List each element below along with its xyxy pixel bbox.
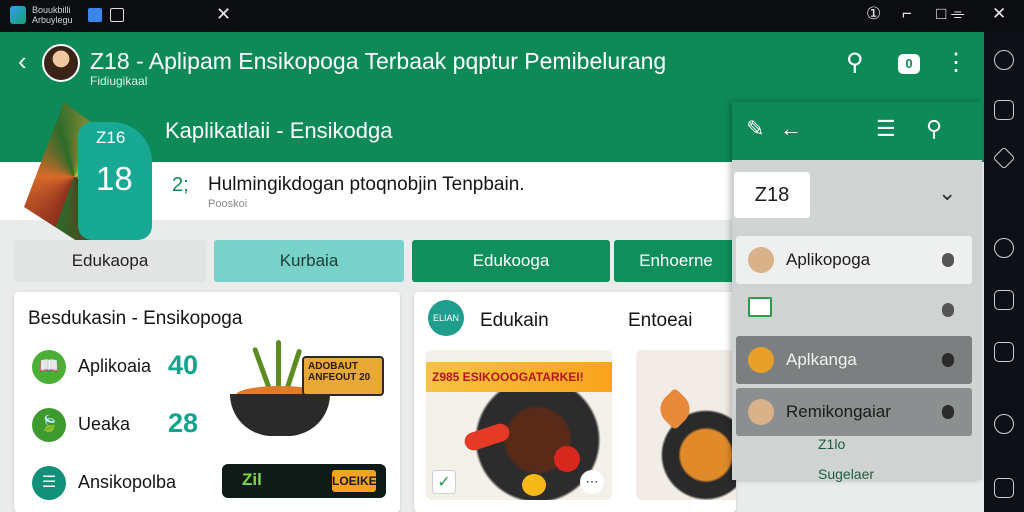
- info-number: 2;: [172, 174, 189, 196]
- close-window-button[interactable]: ✕: [992, 4, 1006, 24]
- rotate-icon[interactable]: [994, 414, 1014, 434]
- app-logo-text: Bouukbilli Arbuylegu: [32, 5, 73, 25]
- location-icon[interactable]: [994, 238, 1014, 258]
- promo-strip-right: LOEIKE: [332, 470, 377, 492]
- drawer-item[interactable]: Aplkanga: [736, 336, 972, 384]
- list-item-value: 40: [168, 350, 199, 380]
- promo-strip-left: Zil: [242, 470, 262, 489]
- list-item[interactable]: ☰ Ansikopolba: [32, 466, 232, 502]
- lemon-shape: [522, 474, 546, 496]
- drawer-item[interactable]: Aplikopoga: [736, 236, 972, 284]
- scallion-stalk: [276, 340, 281, 388]
- edukain-icon: ELIAN: [428, 300, 464, 336]
- hero-graphic: Z16 18: [24, 102, 154, 252]
- page-subtitle: Fidiugikaal: [90, 74, 148, 88]
- resize-icon[interactable]: [994, 290, 1014, 310]
- status-dot: [942, 303, 954, 317]
- hero-card-number: 18: [96, 160, 133, 197]
- settings-icon[interactable]: [994, 50, 1014, 70]
- food-sign: ADOBAUT ANFEOUT 20: [302, 356, 384, 396]
- notification-badge[interactable]: 0: [898, 54, 920, 74]
- avatar[interactable]: [42, 44, 80, 82]
- food-card-image-2[interactable]: [636, 350, 736, 500]
- list-item-label: Ansikopolba: [78, 472, 177, 492]
- left-panel-title: Besdukasin - Ensikopoga: [28, 308, 243, 329]
- drawer-item[interactable]: [736, 286, 972, 334]
- hero-card-top: Z16: [96, 128, 126, 147]
- app-window: ‹ Z18 - Aplipam Ensikopoga Terbaak pqptu…: [0, 32, 984, 512]
- drawer-small-label-2[interactable]: Sugelaer: [818, 466, 874, 482]
- mid-panel-title-2: Entoeai: [628, 310, 693, 331]
- drawer-chip[interactable]: Z18: [734, 172, 810, 218]
- avatar: [748, 399, 774, 425]
- tab-close-button[interactable]: ✕: [216, 4, 231, 25]
- drawer-header: ✎ ← ☰ ⚲: [732, 102, 982, 160]
- chevron-down-icon[interactable]: ⌄: [938, 180, 956, 206]
- garnish-shape: [653, 387, 697, 431]
- chat-bubble-icon[interactable]: ⋯: [580, 470, 604, 494]
- banner-title: Kaplikatlaii - Ensikodga: [165, 118, 393, 143]
- menu-list-icon: ☰: [32, 466, 66, 500]
- promo-strip: Zil LOEIKE: [222, 464, 386, 498]
- leaf-icon: 🍃: [32, 408, 66, 442]
- window-tab-icon-2[interactable]: [110, 8, 124, 22]
- window-tab-icon[interactable]: [88, 8, 102, 22]
- avatar: [748, 347, 774, 373]
- pepper-shape: [462, 421, 512, 453]
- status-dot: [942, 353, 954, 367]
- page-title: Z18 - Aplipam Ensikopoga Terbaak pqptur …: [90, 48, 667, 74]
- fullscreen-icon[interactable]: [994, 342, 1014, 362]
- list-item[interactable]: 📖 Aplikoaia 40: [32, 350, 232, 386]
- info-text: Hulmingikdogan ptoqnobjin Tenpbain.: [208, 174, 525, 195]
- tab-edukooga[interactable]: Edukooga: [412, 240, 610, 282]
- emulator-toolbar: [984, 32, 1024, 512]
- screen: Bouukbilli Arbuylegu ✕ ① ⌐ □ ⌯ ✕ ‹ Z18 -…: [0, 0, 1024, 512]
- hero-number-card: Z16 18: [78, 122, 152, 240]
- status-dot: [942, 253, 954, 267]
- tomato-shape: [554, 446, 580, 472]
- book-icon: 📖: [32, 350, 66, 384]
- drawer-item[interactable]: Remikongaiar: [736, 388, 972, 436]
- food-card-image[interactable]: Z985 ESIKOOOGATARKEI! ✓ ⋯: [426, 350, 612, 500]
- screenshot-icon[interactable]: [994, 100, 1014, 120]
- search-icon[interactable]: ⚲: [926, 116, 942, 142]
- drawer-item-label: Remikongaiar: [786, 402, 891, 421]
- check-icon[interactable]: ✓: [432, 470, 456, 494]
- list-item-label: Ueaka: [78, 414, 131, 434]
- record-button[interactable]: ①: [866, 4, 881, 24]
- list-item-value: 28: [168, 408, 199, 438]
- drawer-item-label: Aplkanga: [786, 350, 857, 369]
- status-dot: [942, 405, 954, 419]
- avatar: [748, 247, 774, 273]
- search-icon[interactable]: ⚲: [846, 48, 864, 77]
- list-icon[interactable]: ☰: [876, 116, 896, 142]
- app-bar: ‹ Z18 - Aplipam Ensikopoga Terbaak pqptu…: [0, 32, 984, 96]
- os-title-bar: Bouukbilli Arbuylegu ✕ ① ⌐ □ ⌯ ✕: [0, 0, 1024, 32]
- list-item[interactable]: 🍃 Ueaka 28: [32, 408, 232, 444]
- drawer-small-label[interactable]: Z1lo: [818, 436, 845, 452]
- info-subtext: Pooskoi: [208, 198, 248, 210]
- star-icon[interactable]: [992, 146, 1016, 170]
- drawer-item-label: Aplikopoga: [786, 250, 871, 269]
- list-item-label: Aplikoaia: [78, 356, 152, 376]
- back-arrow-icon[interactable]: ‹: [18, 46, 27, 77]
- app-logo-icon: [10, 6, 26, 24]
- tab-kurbaia[interactable]: Kurbaia: [214, 240, 404, 282]
- pot: [230, 394, 330, 436]
- image-icon: [748, 297, 772, 317]
- maximize-button[interactable]: □ ⌯: [936, 4, 965, 24]
- food-banner-text: Z985 ESIKOOOGATARKEI!: [426, 362, 612, 392]
- minimize-button[interactable]: ⌐: [902, 4, 912, 24]
- tab-edukaopa[interactable]: Edukaopa: [14, 240, 206, 282]
- back-arrow-icon[interactable]: ←: [780, 116, 802, 142]
- pen-icon[interactable]: ✎: [746, 116, 764, 142]
- tab-enhoerne[interactable]: Enhoerne: [614, 240, 738, 282]
- side-drawer: ✎ ← ☰ ⚲ Z18 ⌄ Aplikopoga Aplkanga Remiko…: [732, 102, 982, 482]
- more-vert-icon[interactable]: ⋮: [944, 48, 968, 77]
- mid-panel-title: Edukain: [480, 310, 549, 331]
- more-tools-icon[interactable]: [994, 478, 1014, 498]
